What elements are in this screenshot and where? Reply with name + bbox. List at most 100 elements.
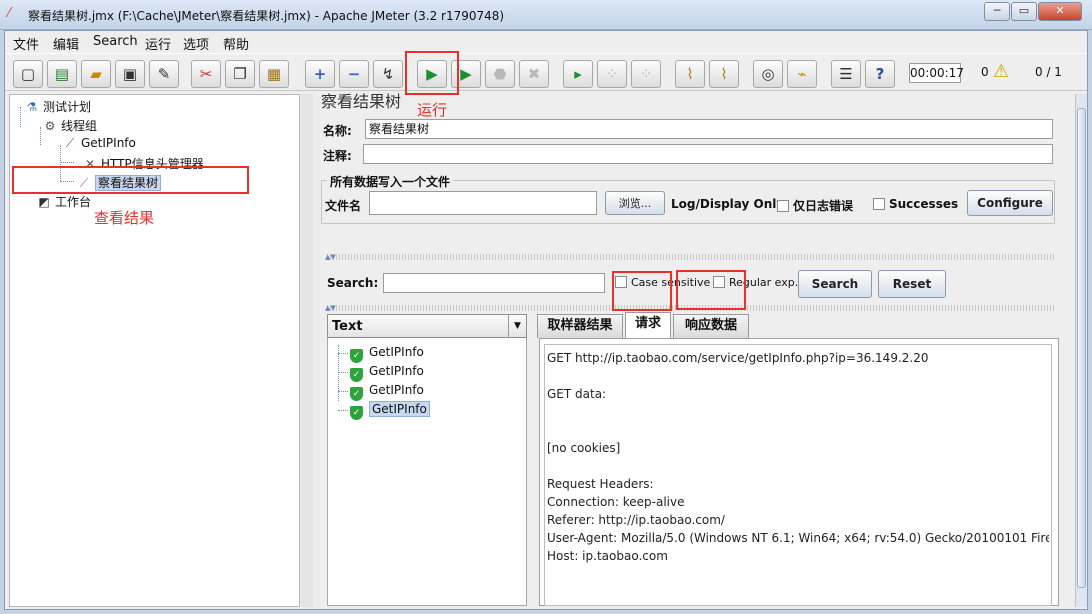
- scrollbar-thumb[interactable]: [1077, 108, 1086, 588]
- tree-item-header-manager[interactable]: ✕ HTTP信息头管理器: [82, 155, 204, 172]
- elapsed-timer: 00:00:17: [909, 63, 964, 83]
- error-count: 0: [981, 65, 989, 79]
- warning-icon[interactable]: ⚠: [993, 61, 1009, 82]
- collapse-arrows-icon[interactable]: ▲▼: [325, 304, 336, 312]
- flask-icon: ⚗: [26, 100, 38, 114]
- collapse-icon[interactable]: −: [339, 60, 369, 88]
- window-title: 察看结果树.jmx (F:\Cache\JMeter\察看结果树.jmx) - …: [28, 9, 505, 23]
- annotation-run: 运行: [417, 101, 448, 119]
- shutdown-icon[interactable]: ✖: [519, 60, 549, 88]
- tab-response-data[interactable]: 响应数据: [673, 314, 749, 338]
- search-button[interactable]: Search: [798, 270, 872, 298]
- open-icon[interactable]: ▰: [81, 60, 111, 88]
- renderer-select[interactable]: Text ▼: [327, 314, 527, 338]
- menu-search[interactable]: Search: [93, 34, 138, 49]
- name-field[interactable]: 察看结果树: [365, 119, 1053, 139]
- regex-checkbox[interactable]: Regular exp.: [713, 276, 798, 289]
- case-sensitive-checkbox[interactable]: Case sensitive: [615, 276, 710, 289]
- toggle-icon[interactable]: ↯: [373, 60, 403, 88]
- errors-only-checkbox[interactable]: 仅日志错误: [777, 197, 853, 214]
- successes-checkbox[interactable]: Successes: [873, 197, 958, 211]
- tree-item-view-results-tree[interactable]: ⟋ 察看结果树: [76, 174, 162, 191]
- function-helper-icon[interactable]: ☰: [831, 60, 861, 88]
- comment-field[interactable]: [363, 144, 1053, 164]
- request-line: [no cookies]: [547, 441, 621, 455]
- paste-icon[interactable]: ▦: [259, 60, 289, 88]
- tree-item-thread-group[interactable]: ⚙ 线程组: [42, 117, 97, 134]
- view-results-tree-panel: 察看结果树 名称: 察看结果树 注释: 所有数据写入一个文件 文件名 浏览...…: [315, 92, 1075, 607]
- success-shield-icon: ✓: [350, 368, 363, 382]
- test-plan-tree: ⚗ 测试计划 ⚙ 线程组 ⟋ GetIPInfo ✕ HTTP信息头管理器 ⟋ 察看结果树…: [9, 94, 300, 607]
- main-window: 文件 编辑 Search 运行 选项 帮助 ▢ ▤ ▰ ▣ ✎ ✂ ❐ ▦ + …: [4, 30, 1088, 610]
- annotation-view-results: 查看结果: [94, 209, 155, 227]
- close-button[interactable]: ✕: [1038, 2, 1082, 21]
- remote-stop-icon[interactable]: ⁘: [597, 60, 627, 88]
- templates-icon[interactable]: ▤: [47, 60, 77, 88]
- divider: [327, 254, 1055, 260]
- gear-icon: ⚙: [44, 119, 56, 133]
- new-icon[interactable]: ▢: [13, 60, 43, 88]
- request-line: GET data:: [547, 387, 607, 401]
- request-text-area[interactable]: GET http://ip.taobao.com/service/getIpIn…: [544, 344, 1052, 606]
- clear-all-icon[interactable]: ⌇: [709, 60, 739, 88]
- chart-icon: ⟋: [79, 176, 89, 190]
- menu-bar: 文件 编辑 Search 运行 选项 帮助: [5, 31, 1087, 53]
- menu-file[interactable]: 文件: [13, 34, 39, 53]
- help-icon[interactable]: ?: [865, 60, 895, 88]
- success-shield-icon: ✓: [350, 349, 363, 363]
- chevron-down-icon[interactable]: ▼: [508, 315, 526, 337]
- success-shield-icon: ✓: [350, 406, 363, 420]
- group-title: 所有数据写入一个文件: [327, 173, 454, 190]
- search-icon[interactable]: ◎: [753, 60, 783, 88]
- tree-item-test-plan[interactable]: ⚗ 测试计划: [24, 98, 91, 115]
- browse-button[interactable]: 浏览...: [605, 191, 665, 215]
- configure-button[interactable]: Configure: [967, 190, 1053, 216]
- minimize-button[interactable]: ─: [984, 2, 1010, 21]
- search-input[interactable]: [383, 273, 605, 293]
- name-label: 名称:: [323, 124, 352, 138]
- start-no-pause-icon[interactable]: ▶: [451, 60, 481, 88]
- menu-options[interactable]: 选项: [183, 34, 209, 53]
- pipette-icon: ⟋: [65, 136, 75, 150]
- splitter[interactable]: [301, 94, 313, 607]
- copy-icon[interactable]: ❐: [225, 60, 255, 88]
- maximize-button[interactable]: ▭: [1011, 2, 1037, 21]
- tab-sampler-result[interactable]: 取样器结果: [537, 314, 623, 338]
- save-icon[interactable]: ▣: [115, 60, 145, 88]
- cut-icon[interactable]: ✂: [191, 60, 221, 88]
- request-line: Host: ip.taobao.com: [547, 549, 668, 563]
- result-item[interactable]: ✓ GetIPInfo: [350, 383, 424, 401]
- panel-title: 察看结果树: [321, 92, 402, 111]
- tree-item-getipinfo[interactable]: ⟋ GetIPInfo: [62, 136, 136, 151]
- remote-shutdown-icon[interactable]: ⁘: [631, 60, 661, 88]
- menu-help[interactable]: 帮助: [223, 34, 249, 53]
- clear-icon[interactable]: ⌇: [675, 60, 705, 88]
- jmeter-feather-icon: ⁄: [8, 6, 11, 21]
- tree-item-workbench[interactable]: ◩ 工作台: [36, 193, 91, 210]
- reset-button[interactable]: Reset: [878, 270, 946, 298]
- tab-request[interactable]: 请求: [625, 312, 671, 338]
- active-threads: 0 / 1: [1035, 65, 1062, 79]
- comment-label: 注释:: [323, 149, 352, 163]
- collapse-arrows-icon[interactable]: ▲▼: [325, 253, 336, 261]
- search-label: Search:: [327, 276, 379, 290]
- stop-icon[interactable]: ⬣: [485, 60, 515, 88]
- filename-label: 文件名: [325, 199, 362, 213]
- result-item-selected[interactable]: ✓ GetIPInfo: [350, 401, 430, 420]
- request-line: Connection: keep-alive: [547, 495, 685, 509]
- menu-edit[interactable]: 编辑: [53, 34, 79, 53]
- request-content: GET http://ip.taobao.com/service/getIpIn…: [539, 338, 1059, 606]
- success-shield-icon: ✓: [350, 387, 363, 401]
- workbench-icon: ◩: [38, 195, 50, 209]
- request-line: [547, 421, 1049, 439]
- menu-run[interactable]: 运行: [145, 34, 171, 53]
- result-item[interactable]: ✓ GetIPInfo: [350, 364, 424, 382]
- reset-search-icon[interactable]: ⌁: [787, 60, 817, 88]
- remote-start-icon[interactable]: ▸: [563, 60, 593, 88]
- save-as-icon[interactable]: ✎: [149, 60, 179, 88]
- expand-icon[interactable]: +: [305, 60, 335, 88]
- filename-field[interactable]: [369, 191, 597, 215]
- start-icon[interactable]: ▶: [417, 60, 447, 88]
- result-item[interactable]: ✓ GetIPInfo: [350, 345, 424, 363]
- vertical-scrollbar[interactable]: [1075, 94, 1087, 607]
